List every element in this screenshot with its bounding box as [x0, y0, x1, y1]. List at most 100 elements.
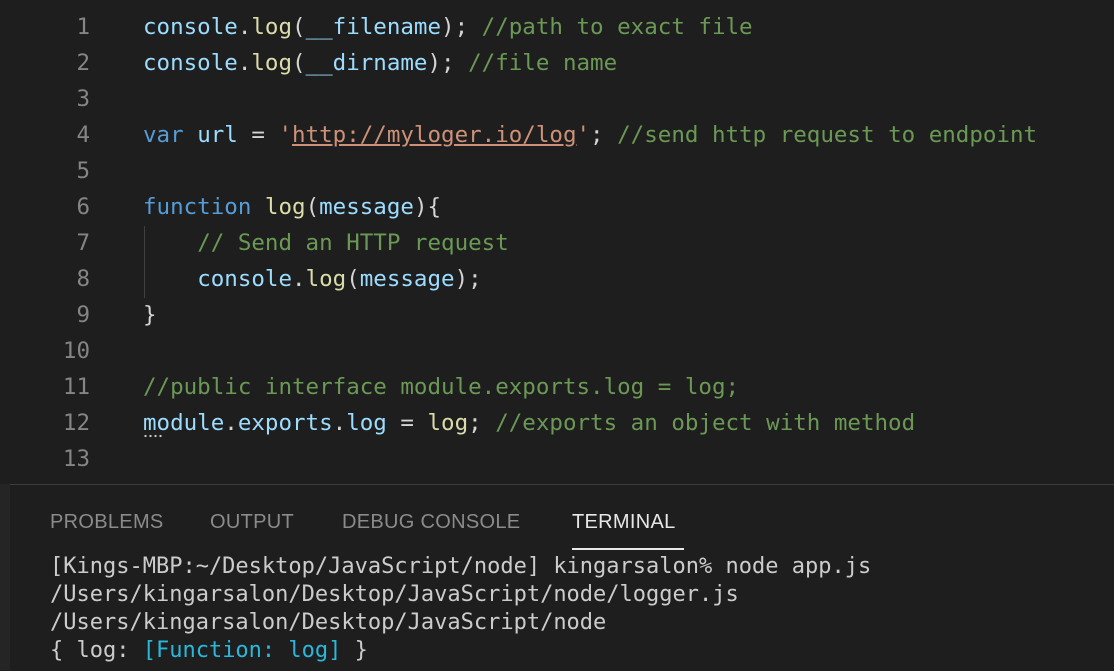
tab-debug-console[interactable]: DEBUG CONSOLE [342, 511, 520, 534]
code-token: log [251, 14, 293, 40]
code-text: console.log(__dirname); //file name [143, 45, 617, 81]
code-text: function log(message){ [143, 189, 441, 225]
code-token: ( [292, 14, 306, 40]
code-token: //path to exact file [481, 14, 753, 40]
code-token: = [237, 122, 279, 148]
line-number: 9 [76, 302, 90, 328]
code-line[interactable]: 6 function log(message){ [0, 189, 1114, 225]
code-text: //public interface module.exports.log = … [143, 369, 739, 405]
code-token: message [359, 266, 455, 292]
code-token: // Send an HTTP request [197, 230, 509, 256]
code-token: ( [292, 50, 306, 76]
hint-squiggle [143, 434, 163, 438]
line-number: 8 [76, 266, 90, 292]
terminal-line: [Kings-MBP:~/Desktop/JavaScript/node] ki… [50, 554, 872, 579]
code-token: . [237, 50, 252, 76]
line-number: 10 [62, 338, 90, 364]
code-text: console.log(__filename); //path to exact… [143, 9, 753, 45]
code-token: //file name [468, 50, 618, 76]
line-number: 11 [62, 374, 90, 400]
panel-tabs: PROBLEMS OUTPUT DEBUG CONSOLE TERMINAL [10, 485, 1114, 551]
code-line[interactable]: 13 [0, 441, 1114, 477]
code-token: . [237, 14, 252, 40]
code-token: ; [590, 122, 618, 148]
code-line[interactable]: 4 var url = 'http://myloger.io/log'; //se… [0, 117, 1114, 153]
line-number: 13 [62, 446, 90, 472]
code-token: console [197, 266, 293, 292]
code-token: ' [576, 122, 591, 148]
line-number: 4 [76, 122, 90, 148]
code-token: module [143, 410, 225, 436]
bottom-panel: PROBLEMS OUTPUT DEBUG CONSOLE TERMINAL [… [10, 484, 1114, 671]
code-token: ; [468, 410, 496, 436]
line-number: 6 [76, 194, 90, 220]
tab-terminal[interactable]: TERMINAL [572, 511, 676, 534]
code-token: //public interface module.exports.log = … [143, 374, 740, 400]
code-text: // Send an HTTP request [143, 225, 509, 261]
line-number: 3 [76, 86, 90, 112]
line-number: 5 [76, 158, 90, 184]
code-text: var url = 'http://myloger.io/log'; //sen… [143, 117, 1037, 153]
code-text: } [143, 297, 157, 333]
line-number: 2 [76, 50, 90, 76]
code-token: ){ [413, 194, 442, 220]
code-token: __filename [305, 14, 442, 40]
code-line[interactable]: 10 [0, 333, 1114, 369]
tab-problems[interactable]: PROBLEMS [50, 511, 164, 534]
line-number: 1 [76, 14, 90, 40]
code-editor[interactable]: 1 console.log(__filename); //path to exac… [0, 0, 1114, 484]
code-token: function [143, 194, 252, 220]
code-token: ); [454, 266, 482, 292]
code-token: = [386, 410, 428, 436]
code-token: ( [305, 194, 320, 220]
code-token: . [224, 410, 238, 436]
terminal-line: /Users/kingarsalon/Desktop/JavaScript/no… [50, 582, 739, 607]
code-token: console [143, 14, 238, 40]
code-line[interactable]: 11 //public interface module.exports.log … [0, 369, 1114, 405]
code-token: . [332, 410, 347, 436]
code-token: exports [237, 410, 333, 436]
code-line[interactable]: 12 module.exports.log = log; //exports an… [0, 405, 1114, 441]
code-token: url [197, 122, 238, 148]
code-line[interactable]: 8 console.log(message); [0, 261, 1114, 297]
code-token: ); [427, 50, 469, 76]
code-token: __dirname [305, 50, 428, 76]
code-line[interactable]: 2 console.log(__dirname); //file name [0, 45, 1114, 81]
code-token: ); [441, 14, 482, 40]
code-token: ( [346, 266, 360, 292]
code-token: console [143, 50, 238, 76]
code-line[interactable]: 7 // Send an HTTP request [0, 225, 1114, 261]
code-token: } [143, 302, 157, 328]
terminal-line: /Users/kingarsalon/Desktop/JavaScript/no… [50, 610, 607, 635]
code-text: console.log(message); [143, 261, 482, 297]
code-token: . [292, 266, 306, 292]
code-line[interactable]: 3 [0, 81, 1114, 117]
line-number: 12 [62, 410, 90, 436]
code-token: var [143, 122, 184, 148]
active-tab-indicator [572, 548, 684, 550]
code-token: http://myloger.io/log [292, 122, 577, 148]
terminal-text: { log: [50, 638, 143, 663]
tab-output[interactable]: OUTPUT [210, 511, 294, 534]
code-token: message [319, 194, 414, 220]
terminal-output[interactable]: [Kings-MBP:~/Desktop/JavaScript/node] ki… [50, 553, 871, 665]
code-line[interactable]: 1 console.log(__filename); //path to exac… [0, 9, 1114, 45]
code-token: log [264, 194, 306, 220]
code-token: ' [278, 122, 293, 148]
code-token: log [427, 410, 469, 436]
code-token: log [346, 410, 387, 436]
line-number: 7 [76, 230, 90, 256]
terminal-line: { log: [Function: log] } [50, 637, 871, 665]
code-line[interactable]: 5 [0, 153, 1114, 189]
code-line[interactable]: 9} [0, 297, 1114, 333]
code-token: log [251, 50, 293, 76]
code-text: module.exports.log = log; //exports an o… [143, 405, 915, 441]
terminal-text: } [341, 638, 368, 663]
code-token: log [305, 266, 347, 292]
terminal-function-text: [Function: log] [142, 638, 342, 663]
code-token: //exports an object with method [495, 410, 916, 436]
